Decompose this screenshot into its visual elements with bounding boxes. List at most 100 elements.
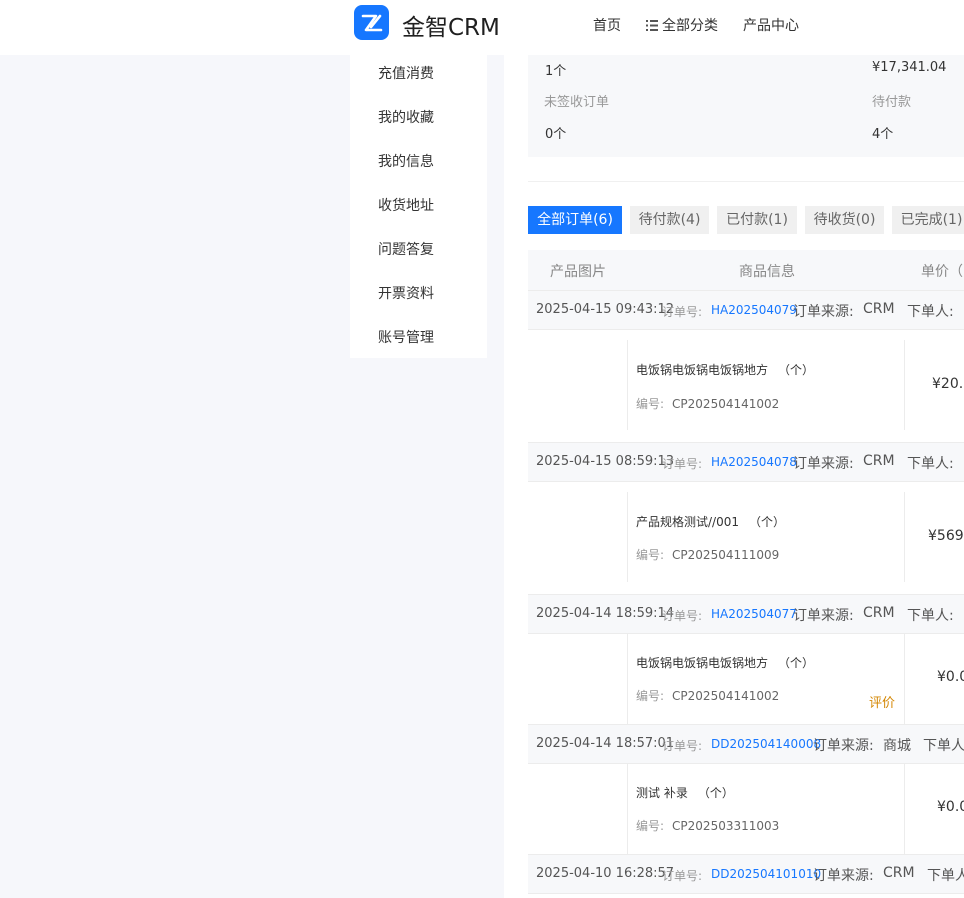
- product-code-value: CP202504141002: [672, 689, 780, 703]
- product-name-text: 电饭锅电饭锅电饭锅地方: [636, 656, 769, 670]
- order-no-link[interactable]: DD202504101010: [711, 867, 821, 881]
- menu-item-recharge[interactable]: 充值消费: [378, 63, 434, 83]
- order-source-value: 商城: [883, 738, 911, 754]
- cell-divider: [904, 340, 905, 430]
- menu-item-invoice[interactable]: 开票资料: [378, 283, 434, 303]
- product-unit: （个）: [749, 515, 786, 529]
- order-no-link[interactable]: HA202504077: [711, 607, 797, 621]
- order-time: 2025-04-14 18:59:14: [536, 606, 675, 621]
- product-code-label: 编号:: [636, 548, 665, 562]
- cell-divider: [904, 764, 905, 854]
- account-side-menu: 充值消费 我的收藏 我的信息 收货地址 问题答复 开票资料 账号管理: [350, 55, 487, 358]
- product-code-value: CP202503311003: [672, 819, 780, 833]
- brand-logo-icon[interactable]: [354, 5, 389, 40]
- nav-product-center[interactable]: 产品中心: [743, 15, 799, 35]
- menu-item-qa[interactable]: 问题答复: [378, 239, 434, 259]
- product-code-value: CP202504141002: [672, 397, 780, 411]
- stat-amount-value: ¥17,341.04: [872, 60, 947, 75]
- list-icon: [646, 19, 658, 35]
- nav-home[interactable]: 首页: [593, 15, 621, 35]
- nav-all-categories[interactable]: 全部分类: [646, 15, 718, 35]
- review-link[interactable]: 评价: [869, 692, 895, 711]
- tab-all-orders[interactable]: 全部订单(6): [528, 206, 622, 234]
- product-code: 编号: CP202504111009: [636, 546, 779, 563]
- orderer-label: 下单人:: [927, 868, 964, 884]
- product-name[interactable]: 电饭锅电饭锅电饭锅地方 （个）: [636, 654, 814, 671]
- order-time: 2025-04-15 09:43:12: [536, 302, 675, 317]
- order-source-label: 订单来源:: [813, 738, 874, 754]
- page-background-gap: [487, 55, 504, 898]
- order-source-value: CRM: [883, 865, 915, 881]
- cell-divider: [627, 764, 628, 854]
- order-no-label: 订单号:: [662, 609, 703, 623]
- product-code-label: 编号:: [636, 689, 665, 703]
- page-background-left: [0, 55, 350, 898]
- top-header: 金智CRM 首页 全部分类 产品中心: [0, 0, 964, 55]
- product-code-value: CP202504111009: [672, 548, 780, 562]
- cell-divider: [627, 492, 628, 582]
- stat-count-value: 1个: [545, 64, 567, 79]
- order-source-value: CRM: [863, 301, 895, 317]
- product-name-text: 产品规格测试//001: [636, 515, 739, 529]
- orderer-label: 下单人:: [907, 304, 954, 320]
- order-no-label: 订单号:: [662, 739, 703, 753]
- product-name[interactable]: 产品规格测试//001 （个）: [636, 513, 785, 530]
- column-product-image: 产品图片: [550, 264, 606, 280]
- order-no-link[interactable]: HA202504079: [711, 303, 797, 317]
- product-name-text: 电饭锅电饭锅电饭锅地方: [636, 363, 769, 377]
- cell-divider: [627, 634, 628, 724]
- unit-price: ¥20.0: [932, 376, 964, 392]
- column-unit-price: 单价（: [921, 264, 963, 280]
- unit-price: ¥0.0: [937, 669, 964, 685]
- product-unit: （个）: [778, 363, 815, 377]
- product-code: 编号: CP202504141002: [636, 395, 779, 412]
- order-item: [528, 330, 964, 442]
- product-code: 编号: CP202504141002: [636, 687, 779, 704]
- stat-unsigned-label: 未签收订单: [544, 95, 610, 110]
- order-header-row: 2025-04-14 18:59:14 订单号: HA202504077 订单来…: [528, 594, 964, 634]
- order-header-row: 2025-04-14 18:57:01 订单号: DD202504140008 …: [528, 724, 964, 764]
- product-name-text: 测试 补录: [636, 786, 688, 800]
- orderer-label: 下单人:: [923, 738, 964, 754]
- product-name[interactable]: 测试 补录 （个）: [636, 784, 734, 801]
- order-header-row: 2025-04-15 08:59:13 订单号: HA202504078 订单来…: [528, 442, 964, 482]
- order-time: 2025-04-15 08:59:13: [536, 454, 675, 469]
- unit-price: ¥0.0: [937, 799, 964, 815]
- order-header-row: 2025-04-10 16:28:57 订单号: DD202504101010 …: [528, 854, 964, 894]
- menu-item-account[interactable]: 账号管理: [378, 327, 434, 347]
- orderer-label: 下单人:: [907, 608, 954, 624]
- divider: [528, 181, 964, 182]
- order-no-label: 订单号:: [662, 457, 703, 471]
- order-no-link[interactable]: DD202504140008: [711, 737, 821, 751]
- order-no-link[interactable]: HA202504078: [711, 455, 797, 469]
- nav-all-categories-label: 全部分类: [662, 18, 718, 34]
- unit-price: ¥569.: [928, 528, 964, 544]
- order-source-label: 订单来源:: [793, 304, 854, 320]
- column-product-info: 商品信息: [739, 264, 795, 280]
- stat-pending-pay-label: 待付款: [872, 95, 912, 110]
- tab-completed[interactable]: 已完成(1): [892, 206, 964, 234]
- product-unit: （个）: [697, 786, 734, 800]
- cell-divider: [904, 492, 905, 582]
- cell-divider: [904, 634, 905, 724]
- product-code: 编号: CP202503311003: [636, 817, 779, 834]
- order-time: 2025-04-14 18:57:01: [536, 736, 675, 751]
- order-source-value: CRM: [863, 453, 895, 469]
- page-background-under-menu: [350, 358, 504, 898]
- order-source-value: CRM: [863, 605, 895, 621]
- menu-item-favorites[interactable]: 我的收藏: [378, 107, 434, 127]
- product-code-label: 编号:: [636, 819, 665, 833]
- brand-name: 金智CRM: [402, 15, 500, 41]
- product-name[interactable]: 电饭锅电饭锅电饭锅地方 （个）: [636, 361, 814, 378]
- order-no-label: 订单号:: [662, 869, 703, 883]
- order-source-label: 订单来源:: [793, 608, 854, 624]
- tab-to-receive[interactable]: 待收货(0): [805, 206, 884, 234]
- tab-paid[interactable]: 已付款(1): [717, 206, 797, 234]
- product-code-label: 编号:: [636, 397, 665, 411]
- order-table-header: 产品图片 商品信息 单价（: [528, 250, 964, 290]
- menu-item-my-info[interactable]: 我的信息: [378, 151, 434, 171]
- stat-unsigned-value: 0个: [545, 127, 567, 142]
- menu-item-address[interactable]: 收货地址: [378, 195, 434, 215]
- stat-pending-pay-value: 4个: [872, 127, 894, 142]
- tab-pending-payment[interactable]: 待付款(4): [630, 206, 709, 234]
